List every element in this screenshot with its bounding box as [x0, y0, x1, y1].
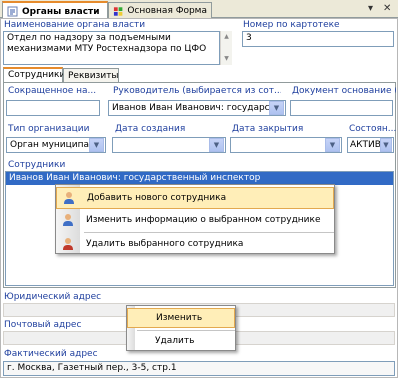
- person-edit-icon: [63, 214, 73, 226]
- head-label: Руководитель (выбирается из сот...: [113, 86, 281, 96]
- employees-label: Сотрудники: [8, 160, 66, 170]
- closed-date-picker[interactable]: ▼: [230, 137, 342, 153]
- form-icon: [7, 6, 18, 17]
- tab-label: Органы власти: [22, 6, 100, 17]
- pin-dropdown-icon[interactable]: ▾: [368, 3, 373, 14]
- person-delete-icon: [63, 238, 73, 250]
- scroll-down-icon[interactable]: ▼: [221, 53, 232, 63]
- dropdown-arrow-icon[interactable]: ▼: [209, 138, 224, 152]
- org-name-scrollbar[interactable]: ▲ ▼: [220, 31, 232, 65]
- dropdown-arrow-icon[interactable]: ▼: [89, 138, 104, 152]
- doc-basis-label: Документ основание (...: [292, 86, 396, 96]
- menu-item-delete-employee[interactable]: Удалить выбранного сотрудника: [56, 233, 334, 255]
- closed-date-label: Дата закрытия: [232, 124, 304, 134]
- scroll-up-icon[interactable]: ▲: [221, 31, 232, 41]
- menu-item-edit-employee[interactable]: Изменить информацию о выбранном сотрудни…: [56, 209, 334, 231]
- card-number-label: Номер по картотеке: [243, 20, 340, 30]
- close-icon[interactable]: ✕: [383, 3, 391, 14]
- menu-item-add-employee[interactable]: Добавить нового сотрудника: [56, 187, 334, 209]
- actual-address-label: Фактический адрес: [4, 349, 98, 359]
- address-context-menu: Изменить Удалить: [126, 305, 236, 351]
- employees-context-menu: Добавить нового сотрудника Изменить инфо…: [55, 184, 335, 254]
- org-type-label: Тип организации: [8, 124, 90, 134]
- card-number-field[interactable]: 3: [242, 31, 394, 47]
- dropdown-arrow-icon[interactable]: ▼: [380, 138, 392, 152]
- menu-item-edit-address[interactable]: Изменить: [127, 308, 235, 328]
- legal-address-label: Юридический адрес: [4, 292, 102, 302]
- postal-address-label: Почтовый адрес: [4, 320, 82, 330]
- short-name-label: Сокращенное на...: [8, 86, 97, 96]
- short-name-field[interactable]: [6, 100, 100, 116]
- doc-basis-field[interactable]: [290, 100, 393, 116]
- menu-item-delete-address[interactable]: Удалить: [127, 331, 235, 351]
- main-form-icon: [113, 6, 123, 16]
- org-name-label: Наименование органа власти: [4, 20, 146, 30]
- created-date-label: Дата создания: [115, 124, 186, 134]
- tab-employees[interactable]: Сотрудники: [3, 67, 65, 83]
- tab-label: Основная Форма: [127, 6, 207, 16]
- dropdown-arrow-icon[interactable]: ▼: [325, 138, 340, 152]
- actual-address-field[interactable]: г. Москва, Газетный пер., 3-5, стр.1: [3, 361, 395, 376]
- person-add-icon: [64, 192, 74, 204]
- status-combobox[interactable]: АКТИВ ▼: [347, 137, 394, 153]
- tab-osnovnaya-forma[interactable]: Основная Форма: [108, 2, 212, 18]
- org-name-field[interactable]: Отдел по надзору за подъемными механизма…: [3, 31, 220, 65]
- created-date-picker[interactable]: ▼: [112, 137, 226, 153]
- status-label: Состоян...: [349, 124, 396, 134]
- dropdown-arrow-icon[interactable]: ▼: [269, 101, 284, 115]
- org-type-combobox[interactable]: Орган муниципальн ▼: [6, 137, 106, 153]
- head-combobox[interactable]: Иванов Иван Иванович: государс ▼: [108, 100, 286, 116]
- tab-requisites[interactable]: Реквизиты: [63, 68, 119, 83]
- tab-organy-vlasti[interactable]: Органы власти: [2, 1, 108, 19]
